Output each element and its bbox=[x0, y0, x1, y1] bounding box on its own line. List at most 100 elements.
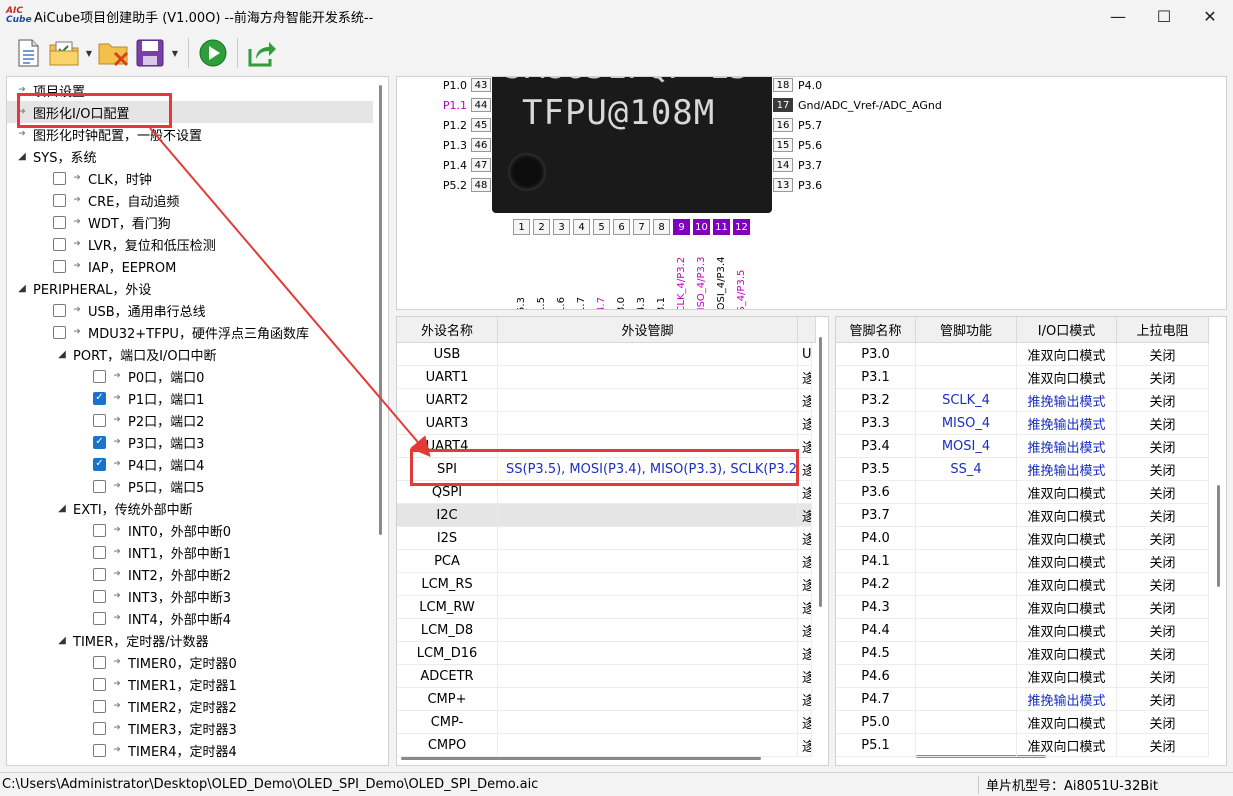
tree-checkbox[interactable]: ✓ bbox=[93, 391, 106, 405]
peripheral-row[interactable]: LCM_D16 迻 bbox=[397, 642, 812, 665]
io-mode-cell[interactable]: 准双向口模式 bbox=[1017, 481, 1117, 503]
peripheral-extra[interactable]: 迻 bbox=[798, 688, 812, 710]
run-button[interactable] bbox=[195, 36, 231, 70]
pullup-cell[interactable]: 关闭 bbox=[1117, 596, 1209, 618]
pin-row[interactable]: P4.5 准双向口模式 关闭 bbox=[836, 642, 1209, 665]
peripheral-extra[interactable]: 迻 bbox=[798, 435, 812, 457]
peripheral-extra[interactable]: 迻 bbox=[798, 481, 812, 503]
pin-row[interactable]: P5.1 准双向口模式 关闭 bbox=[836, 734, 1209, 757]
chip-left-pin[interactable]: P1.4 47 bbox=[427, 157, 491, 173]
io-mode-cell[interactable]: 准双向口模式 bbox=[1017, 366, 1117, 388]
io-mode-cell[interactable]: 准双向口模式 bbox=[1017, 504, 1117, 526]
pullup-cell[interactable]: 关闭 bbox=[1117, 665, 1209, 687]
tree-item[interactable]: ◢ SYS，系统 bbox=[7, 145, 96, 167]
chip-left-pin[interactable]: P1.3 46 bbox=[427, 137, 491, 153]
io-mode-cell[interactable]: 推挽输出模式 bbox=[1017, 389, 1117, 411]
peripheral-row[interactable]: UART1 迻 bbox=[397, 366, 812, 389]
pin-row[interactable]: P4.6 准双向口模式 关闭 bbox=[836, 665, 1209, 688]
tree-checkbox[interactable] bbox=[93, 413, 106, 427]
peripheral-extra[interactable]: 迻 bbox=[798, 550, 812, 572]
pin-function-cell[interactable] bbox=[916, 366, 1017, 388]
pin-function-cell[interactable] bbox=[916, 711, 1017, 733]
tree-item[interactable]: ➜ INT2，外部中断2 bbox=[7, 563, 231, 585]
tree-item[interactable]: ➜ IAP，EEPROM bbox=[7, 255, 176, 277]
tree-item[interactable]: ➜ INT0，外部中断0 bbox=[7, 519, 231, 541]
pullup-cell[interactable]: 关闭 bbox=[1117, 642, 1209, 664]
pin-function-cell[interactable] bbox=[916, 734, 1017, 756]
pullup-cell[interactable]: 关闭 bbox=[1117, 343, 1209, 365]
peripheral-extra[interactable]: 迻 bbox=[798, 458, 812, 480]
tree-item[interactable]: ✓ ➜ P1口，端口1 bbox=[7, 387, 204, 409]
pin-function-cell[interactable] bbox=[916, 527, 1017, 549]
tree-item[interactable]: ➜ TIMER1，定时器1 bbox=[7, 673, 237, 695]
tree-item[interactable]: ✓ ➜ P4口，端口4 bbox=[7, 453, 204, 475]
pin-row[interactable]: P3.2 SCLK_4 推挽输出模式 关闭 bbox=[836, 389, 1209, 412]
save-dropdown-chevron-icon[interactable]: ▼ bbox=[168, 36, 182, 70]
chip-bottom-pin[interactable]: 12 bbox=[733, 219, 750, 235]
peripheral-row[interactable]: UART3 迻 bbox=[397, 412, 812, 435]
chip-bottom-pin[interactable]: 9 bbox=[673, 219, 690, 235]
io-mode-cell[interactable]: 准双向口模式 bbox=[1017, 343, 1117, 365]
peripheral-row[interactable]: CMP- 迻 bbox=[397, 711, 812, 734]
peripheral-pins[interactable] bbox=[498, 389, 798, 411]
tree-checkbox[interactable] bbox=[93, 545, 106, 559]
tree-checkbox[interactable] bbox=[93, 655, 106, 669]
tree-item[interactable]: ➜ P2口，端口2 bbox=[7, 409, 204, 431]
tree-item[interactable]: ➜ TIMER2，定时器2 bbox=[7, 695, 237, 717]
chip-left-pin[interactable]: P1.2 45 bbox=[427, 117, 491, 133]
peripheral-row[interactable]: CMPO 迻 bbox=[397, 734, 812, 757]
peripheral-pins[interactable] bbox=[498, 619, 798, 641]
peripheral-extra[interactable]: 迻 bbox=[798, 596, 812, 618]
chip-right-pin[interactable]: 17 Gnd/ADC_Vref-/ADC_AGnd bbox=[773, 97, 942, 113]
peripheral-row[interactable]: I2C 迻 bbox=[397, 504, 812, 527]
peripheral-pins[interactable] bbox=[498, 711, 798, 733]
pullup-cell[interactable]: 关闭 bbox=[1117, 550, 1209, 572]
pin-function-cell[interactable] bbox=[916, 642, 1017, 664]
io-mode-cell[interactable]: 准双向口模式 bbox=[1017, 573, 1117, 595]
tree-checkbox[interactable] bbox=[93, 743, 106, 757]
io-mode-cell[interactable]: 准双向口模式 bbox=[1017, 665, 1117, 687]
pin-row[interactable]: P3.4 MOSI_4 推挽输出模式 关闭 bbox=[836, 435, 1209, 458]
pullup-cell[interactable]: 关闭 bbox=[1117, 412, 1209, 434]
tree-checkbox[interactable] bbox=[53, 237, 66, 251]
tree-item[interactable]: ➜ P5口，端口5 bbox=[7, 475, 204, 497]
io-mode-cell[interactable]: 准双向口模式 bbox=[1017, 642, 1117, 664]
tree-item[interactable]: ➜ USB，通用串行总线 bbox=[7, 299, 206, 321]
pullup-cell[interactable]: 关闭 bbox=[1117, 458, 1209, 480]
peripheral-row[interactable]: LCM_D8 迻 bbox=[397, 619, 812, 642]
tree-item[interactable]: ➜ CLK，时钟 bbox=[7, 167, 152, 189]
header-peripheral-pins[interactable]: 外设管脚 bbox=[498, 317, 798, 342]
pin-row[interactable]: P3.3 MISO_4 推挽输出模式 关闭 bbox=[836, 412, 1209, 435]
peripheral-pins[interactable] bbox=[498, 665, 798, 687]
tree-vertical-scrollbar[interactable] bbox=[379, 85, 382, 535]
chip-right-pin[interactable]: 14 P3.7 bbox=[773, 157, 822, 173]
export-button[interactable] bbox=[244, 36, 280, 70]
tree-item[interactable]: ➜ INT3，外部中断3 bbox=[7, 585, 231, 607]
tree-checkbox[interactable] bbox=[93, 677, 106, 691]
peripheral-row[interactable]: LCM_RS 迻 bbox=[397, 573, 812, 596]
pin-row[interactable]: P3.1 准双向口模式 关闭 bbox=[836, 366, 1209, 389]
chip-right-pin[interactable]: 18 P4.0 bbox=[773, 77, 822, 93]
pin-function-cell[interactable] bbox=[916, 619, 1017, 641]
header-pin-function[interactable]: 管脚功能 bbox=[916, 317, 1017, 342]
tree-checkbox[interactable] bbox=[53, 325, 66, 339]
pin-function-cell[interactable] bbox=[916, 343, 1017, 365]
peripheral-extra[interactable]: U bbox=[798, 343, 812, 365]
peripheral-extra[interactable]: 迻 bbox=[798, 573, 812, 595]
tree-checkbox[interactable] bbox=[53, 193, 66, 207]
peripheral-extra[interactable]: 迻 bbox=[798, 665, 812, 687]
tree-item[interactable]: ➜ INT1，外部中断1 bbox=[7, 541, 231, 563]
expand-chevron-icon[interactable]: ◢ bbox=[15, 283, 29, 294]
pin-function-cell[interactable] bbox=[916, 596, 1017, 618]
expand-chevron-icon[interactable]: ◢ bbox=[55, 503, 69, 514]
peripheral-pins[interactable] bbox=[498, 688, 798, 710]
pin-function-cell[interactable] bbox=[916, 665, 1017, 687]
chip-bottom-pin[interactable]: 8 bbox=[653, 219, 670, 235]
chip-bottom-pin[interactable]: 11 bbox=[713, 219, 730, 235]
pullup-cell[interactable]: 关闭 bbox=[1117, 734, 1209, 756]
peripheral-pins[interactable] bbox=[498, 596, 798, 618]
tree-item[interactable]: ➜ CRE，自动追频 bbox=[7, 189, 179, 211]
pullup-cell[interactable]: 关闭 bbox=[1117, 389, 1209, 411]
tree-checkbox[interactable] bbox=[93, 479, 106, 493]
tree-item[interactable]: ✓ ➜ P3口，端口3 bbox=[7, 431, 204, 453]
